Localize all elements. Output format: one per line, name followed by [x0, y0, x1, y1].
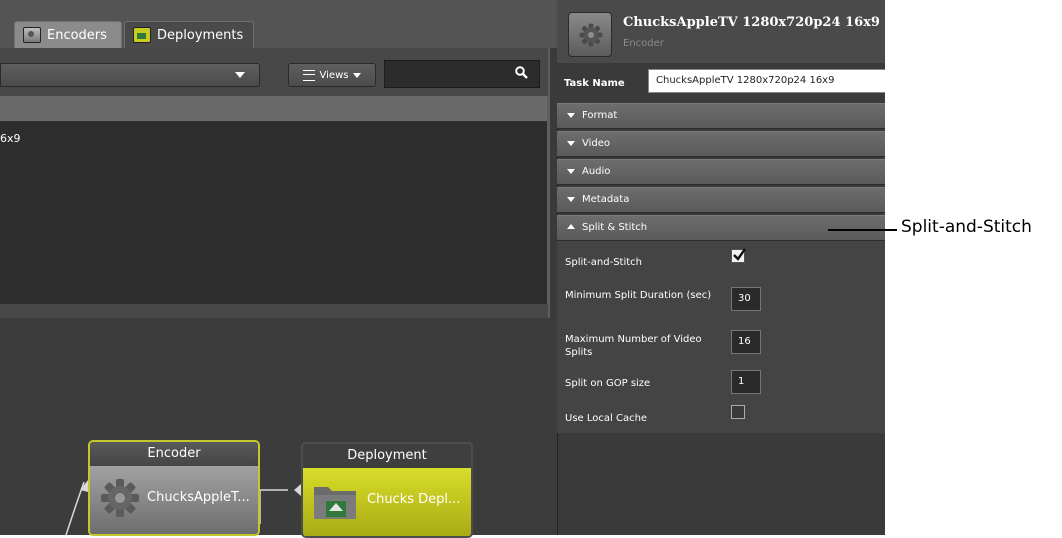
local-cache-label: Use Local Cache [565, 413, 648, 424]
deployment-node-body: Chucks Depl... [303, 468, 471, 536]
section-label: Audio [582, 166, 611, 177]
gear-icon [101, 479, 139, 517]
chevron-up-icon [567, 224, 575, 229]
checkmark-icon [733, 248, 746, 261]
deployment-node[interactable]: Deployment Chucks Depl... [301, 442, 473, 538]
max-video-splits-label: Maximum Number of Video Splits [565, 334, 702, 358]
tab-deployments[interactable]: Deployments [124, 21, 254, 48]
tab-encoders[interactable]: Encoders [14, 21, 122, 48]
views-label: Views [319, 69, 349, 81]
task-name-field[interactable]: ChucksAppleTV 1280x720p24 16x9 [648, 69, 885, 93]
search-icon[interactable] [515, 66, 528, 79]
section-label: Video [582, 138, 611, 149]
chevron-down-icon [567, 197, 575, 202]
encoder-node[interactable]: Encoder ChucksAppleT... [88, 440, 260, 536]
list-header [0, 96, 547, 122]
chevron-down-icon [567, 113, 575, 118]
deployment-tab-icon [133, 27, 151, 43]
encoder-node-header: Encoder [90, 442, 258, 466]
encoder-list [0, 122, 547, 304]
deployment-node-header: Deployment [303, 444, 471, 468]
min-split-duration-label: Minimum Split Duration (sec) [565, 290, 712, 301]
section-format[interactable]: Format [557, 103, 885, 129]
section-label: Split & Stitch [582, 222, 648, 233]
encoder-settings-button[interactable] [568, 12, 612, 57]
callout-label: Split-and-Stitch [901, 217, 1032, 237]
max-video-splits-input[interactable]: 16 [731, 330, 761, 354]
section-metadata[interactable]: Metadata [557, 187, 885, 213]
encoder-node-body: ChucksAppleT... [90, 466, 258, 534]
section-label: Metadata [582, 194, 630, 205]
section-label: Format [582, 110, 618, 121]
list-item[interactable]: 6x9 [0, 132, 21, 145]
chevron-down-icon [567, 141, 575, 146]
tab-encoders-label: Encoders [47, 27, 107, 43]
deployment-node-label: Chucks Depl... [367, 492, 461, 507]
chevron-down-icon [567, 169, 575, 174]
split-gop-input[interactable]: 1 [731, 370, 761, 394]
gear-icon [579, 23, 603, 47]
filter-dropdown[interactable] [0, 63, 260, 87]
section-split-stitch[interactable]: Split & Stitch [557, 215, 885, 241]
split-and-stitch-checkbox[interactable] [731, 248, 746, 263]
list-icon [302, 69, 315, 81]
min-split-duration-input[interactable]: 30 [731, 287, 761, 311]
chevron-down-icon [353, 72, 362, 78]
split-gop-label: Split on GOP size [565, 378, 651, 389]
task-name-label: Task Name [564, 78, 625, 89]
list-scrollbar[interactable] [547, 96, 550, 304]
views-button[interactable]: Views [288, 63, 376, 87]
folder-upload-icon [314, 487, 356, 519]
tab-deployments-label: Deployments [157, 27, 244, 43]
chevron-down-icon [235, 72, 245, 78]
encoder-node-label: ChucksAppleT... [147, 490, 250, 505]
section-video[interactable]: Video [557, 131, 885, 157]
inspector-subtitle: Encoder [623, 38, 664, 49]
callout-line [828, 229, 897, 231]
local-cache-checkbox[interactable] [731, 405, 745, 419]
inspector-title: ChucksAppleTV 1280x720p24 16x9 [623, 15, 880, 30]
section-audio[interactable]: Audio [557, 159, 885, 185]
encoder-tab-icon [23, 27, 41, 43]
split-and-stitch-label: Split-and-Stitch [565, 257, 643, 268]
list-footer [0, 304, 550, 318]
